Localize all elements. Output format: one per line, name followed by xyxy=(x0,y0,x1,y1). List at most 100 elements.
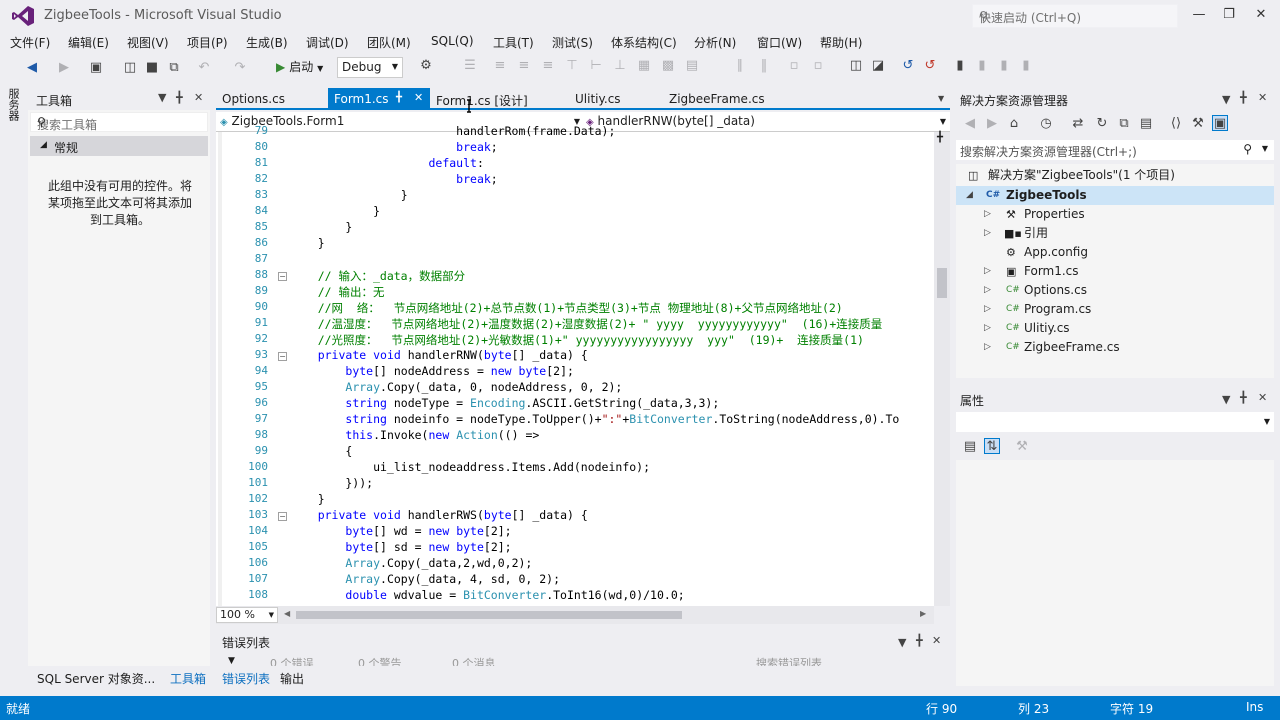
chevron-down-icon[interactable]: ▼ xyxy=(898,636,906,649)
tree-item-zigbeeframe[interactable]: ▷ C# ZigbeeFrame.cs xyxy=(984,338,1264,357)
close-icon[interactable]: ✕ xyxy=(194,91,203,104)
pin-icon[interactable]: ╋ xyxy=(1240,91,1247,104)
minimize-button[interactable]: — xyxy=(1184,4,1214,26)
menu-help[interactable]: 帮助(H) xyxy=(820,34,862,51)
tree-item-references[interactable]: ▷ ■▪ 引用 xyxy=(984,224,1264,243)
sync-icon[interactable]: ⇄ xyxy=(1070,116,1086,132)
code-line[interactable]: byte[] wd = new byte[2]; xyxy=(290,524,511,538)
horizontal-spacing-icon[interactable]: ∥ xyxy=(732,58,748,74)
lock-controls-icon[interactable]: ↺ xyxy=(900,58,916,74)
categorized-icon[interactable]: ▤ xyxy=(962,439,978,455)
menu-tools[interactable]: 工具(T) xyxy=(493,34,534,51)
menu-architecture[interactable]: 体系结构(C) xyxy=(611,34,677,51)
code-line[interactable]: // 输出：无 xyxy=(290,284,385,300)
code-line[interactable]: })); xyxy=(290,476,373,490)
collapse-region-icon[interactable]: − xyxy=(278,512,287,521)
tree-item-project[interactable]: ◢ C# ZigbeeTools xyxy=(966,186,1266,205)
home-icon[interactable]: ⌂ xyxy=(1006,116,1022,132)
tree-item-app-config[interactable]: ⚙ App.config xyxy=(984,243,1264,262)
save-all-icon[interactable]: ⧉ xyxy=(166,60,182,76)
save-icon[interactable]: ■ xyxy=(144,60,160,76)
menu-window[interactable]: 窗口(W) xyxy=(757,34,802,51)
history-icon[interactable]: ◷ xyxy=(1038,116,1054,132)
code-line[interactable]: private void handlerRWS(byte[] _data) { xyxy=(290,508,588,522)
vertical-spacing-icon[interactable]: ‖ xyxy=(756,58,772,74)
refresh-icon[interactable]: ↻ xyxy=(1094,116,1110,132)
new-project-icon[interactable]: ▣ xyxy=(88,60,104,76)
make-same-width-icon[interactable]: ▤ xyxy=(684,58,700,74)
show-all-files-icon[interactable]: ▤ xyxy=(1138,116,1154,132)
code-line[interactable]: { xyxy=(290,444,352,458)
warnings-filter[interactable]: 0 个警告 xyxy=(358,655,402,666)
code-line[interactable]: string nodeType = Encoding.ASCII.GetStri… xyxy=(290,396,719,410)
properties-icon[interactable]: ⚒ xyxy=(1190,116,1206,132)
code-line[interactable]: default: xyxy=(290,156,483,170)
code-line[interactable]: break; xyxy=(290,140,498,154)
code-line[interactable]: handlerRom(frame.Data); xyxy=(290,124,615,138)
view-code-icon[interactable]: ⟨⟩ xyxy=(1168,116,1184,132)
align-left-icon[interactable]: ≡ xyxy=(492,58,508,74)
pin-icon[interactable]: ╋ xyxy=(396,92,402,103)
collapse-region-icon[interactable]: − xyxy=(278,352,287,361)
center-horizontally-icon[interactable]: ▫ xyxy=(786,58,802,74)
menu-edit[interactable]: 编辑(E) xyxy=(68,34,109,51)
start-debugging-button[interactable]: ▶ 启动 ▼ xyxy=(276,58,323,78)
code-line[interactable]: } xyxy=(290,204,380,218)
format-icon[interactable]: ☰ xyxy=(462,58,478,74)
maximize-button[interactable]: ❐ xyxy=(1214,4,1244,26)
forward-icon[interactable]: ▶ xyxy=(984,116,1000,132)
chevron-down-icon[interactable]: ▼ xyxy=(1222,93,1230,106)
collapse-region-icon[interactable]: − xyxy=(278,272,287,281)
chevron-down-icon[interactable]: ▼ xyxy=(158,91,166,104)
collapse-all-icon[interactable]: ⧉ xyxy=(1116,116,1132,132)
code-line[interactable]: //网 络： 节点网络地址(2)+总节点数(1)+节点类型(3)+节点 物理地址… xyxy=(290,300,843,316)
code-line[interactable]: Array.Copy(_data, 4, sd, 0, 2); xyxy=(290,572,560,586)
same-size-icon[interactable]: ▦ xyxy=(636,58,652,74)
tab-toolbox[interactable]: 工具箱 xyxy=(170,670,206,687)
align-right-icon[interactable]: ≡ xyxy=(540,58,556,74)
tree-item-form1[interactable]: ▷ ▣ Form1.cs xyxy=(984,262,1264,281)
messages-filter[interactable]: 0 个消息 xyxy=(452,655,496,666)
menu-analyze[interactable]: 分析(N) xyxy=(694,34,736,51)
property-pages-icon[interactable]: ⚒ xyxy=(1014,439,1030,455)
attach-icon[interactable]: ⚙ xyxy=(418,58,434,74)
tab-options-cs[interactable]: Options.cs xyxy=(216,88,328,110)
clear-bookmarks-icon[interactable]: ▮ xyxy=(1018,58,1034,74)
tab-error-list[interactable]: 错误列表 xyxy=(222,670,270,687)
scroll-left-icon[interactable]: ◀ xyxy=(284,609,290,618)
align-top-icon[interactable]: ⊤ xyxy=(564,58,580,74)
code-line[interactable]: // 输入：_data，数据部分 xyxy=(290,268,465,284)
menu-debug[interactable]: 调试(D) xyxy=(306,34,349,51)
filter-icon[interactable]: ▼ xyxy=(228,656,235,666)
tab-form1-designer[interactable]: Form1.cs [设计] xyxy=(430,88,560,110)
align-middle-icon[interactable]: ⊢ xyxy=(588,58,604,74)
zoom-select[interactable]: 100 % ▼ xyxy=(216,607,278,623)
tab-form1-cs[interactable]: Form1.cs ╋ ✕ xyxy=(328,88,430,110)
tab-ulitiy-cs[interactable]: Ulitiy.cs xyxy=(569,88,659,110)
code-line[interactable]: private void handlerRNW(byte[] _data) { xyxy=(290,348,588,362)
code-line[interactable]: } xyxy=(290,236,325,250)
code-line[interactable]: string nodeinfo = nodeType.ToUpper()+":"… xyxy=(290,412,899,426)
open-file-icon[interactable]: ◫ xyxy=(122,60,138,76)
code-line[interactable]: } xyxy=(290,492,325,506)
close-icon[interactable]: ✕ xyxy=(414,91,423,104)
tab-order-icon[interactable]: ↺ xyxy=(922,58,938,74)
code-line[interactable]: double wdvalue = BitConverter.ToInt16(wd… xyxy=(290,588,684,602)
chevron-down-icon[interactable]: ▼ xyxy=(1222,393,1230,406)
menu-view[interactable]: 视图(V) xyxy=(127,34,169,51)
menu-team[interactable]: 团队(M) xyxy=(367,34,411,51)
redo-icon[interactable]: ↷ xyxy=(232,60,248,76)
member-select[interactable]: ◈ handlerRNW(byte[] _data) ▼ xyxy=(586,114,948,131)
size-to-grid-icon[interactable]: ▩ xyxy=(660,58,676,74)
horizontal-scroll-thumb[interactable] xyxy=(296,611,682,619)
alphabetical-icon[interactable]: ⇅ xyxy=(984,438,1000,454)
tree-item-properties[interactable]: ▷ ⚒ Properties xyxy=(984,205,1264,224)
tree-item-program[interactable]: ▷ C# Program.cs xyxy=(984,300,1264,319)
back-icon[interactable]: ◀ xyxy=(962,116,978,132)
bookmark-icon[interactable]: ▮ xyxy=(952,58,968,74)
tab-sql-server-object-explorer[interactable]: SQL Server 对象资... xyxy=(37,670,155,687)
code-line[interactable]: } xyxy=(290,220,352,234)
prev-bookmark-icon[interactable]: ▮ xyxy=(974,58,990,74)
tree-item-solution[interactable]: ◫ 解决方案"ZigbeeTools"(1 个项目) xyxy=(968,166,1268,185)
close-icon[interactable]: ✕ xyxy=(1258,91,1267,104)
